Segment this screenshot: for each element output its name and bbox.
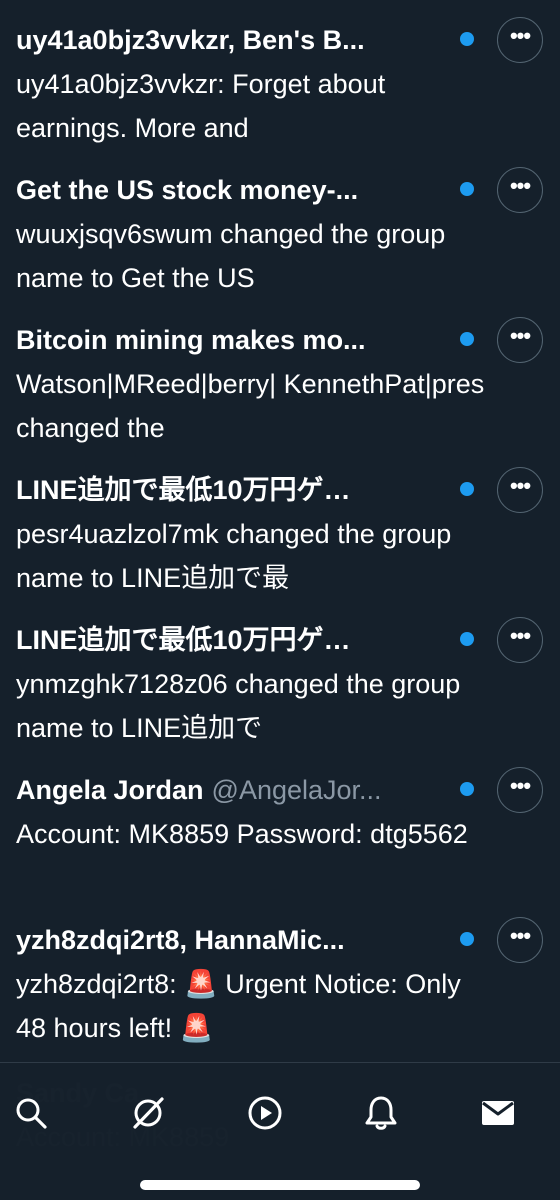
conversation-title: Get the US stock money-... (16, 175, 359, 205)
conversation-item[interactable]: LINE追加で最低10万円ゲ… ••• pesr4uazlzol7mk chan… (0, 450, 560, 600)
more-options-button[interactable]: ••• (497, 917, 543, 963)
more-options-button[interactable]: ••• (497, 467, 543, 513)
more-icon: ••• (509, 923, 531, 948)
conversation-item[interactable]: LINE追加で最低10万円ゲ… ••• ynmzghk7128z06 chang… (0, 600, 560, 750)
conversation-item[interactable]: Angela Jordan @AngelaJor... ••• Account:… (0, 750, 560, 900)
unread-indicator (460, 182, 474, 196)
more-options-button[interactable]: ••• (497, 167, 543, 213)
search-icon[interactable] (9, 1091, 53, 1135)
more-icon: ••• (509, 323, 531, 348)
more-icon: ••• (509, 23, 531, 48)
play-icon[interactable] (243, 1091, 287, 1135)
conversation-header: Angela Jordan @AngelaJor... (16, 772, 486, 808)
conversation-preview: uy41a0bjz3vvkzr: Forget about earnings. … (16, 69, 386, 143)
more-options-button[interactable]: ••• (497, 317, 543, 363)
messages-screen: uy41a0bjz3vvkzr, Ben's B... ••• uy41a0bj… (0, 0, 560, 1200)
conversation-item[interactable]: uy41a0bjz3vvkzr, Ben's B... ••• uy41a0bj… (0, 0, 560, 150)
conversation-item[interactable]: Bitcoin mining makes mo... ••• Watson|MR… (0, 300, 560, 450)
conversation-preview: pesr4uazlzol7mk changed the group name t… (16, 519, 452, 593)
unread-indicator (460, 32, 474, 46)
conversation-title: yzh8zdqi2rt8, HannaMic... (16, 925, 345, 955)
conversation-title: Bitcoin mining makes mo... (16, 325, 366, 355)
conversation-preview: Watson|MReed|berry| KennethPat|pres chan… (16, 369, 485, 443)
conversation-header: LINE追加で最低10万円ゲ… (16, 472, 486, 508)
unread-indicator (460, 632, 474, 646)
more-options-button[interactable]: ••• (497, 767, 543, 813)
conversation-preview: yzh8zdqi2rt8: 🚨 Urgent Notice: Only 48 h… (16, 969, 461, 1043)
more-icon: ••• (509, 173, 531, 198)
conversation-header: yzh8zdqi2rt8, HannaMic... (16, 922, 486, 958)
conversation-preview: ynmzghk7128z06 changed the group name to… (16, 669, 461, 743)
conversation-title: LINE追加で最低10万円ゲ… (16, 625, 351, 655)
unread-indicator (460, 332, 474, 346)
more-icon: ••• (509, 473, 531, 498)
more-icon: ••• (509, 773, 531, 798)
conversation-item[interactable]: Get the US stock money-... ••• wuuxjsqv6… (0, 150, 560, 300)
mail-icon[interactable] (476, 1091, 520, 1135)
conversation-item[interactable]: yzh8zdqi2rt8, HannaMic... ••• yzh8zdqi2r… (0, 900, 560, 1050)
grok-icon[interactable] (126, 1091, 170, 1135)
conversation-header: Bitcoin mining makes mo... (16, 322, 486, 358)
conversation-preview: Account: MK8859 Password: dtg5562 (16, 819, 468, 849)
conversation-preview: wuuxjsqv6swum changed the group name to … (16, 219, 446, 293)
conversation-title: LINE追加で最低10万円ゲ… (16, 475, 351, 505)
conversation-header: LINE追加で最低10万円ゲ… (16, 622, 486, 658)
more-options-button[interactable]: ••• (497, 17, 543, 63)
conversation-header: uy41a0bjz3vvkzr, Ben's B... (16, 22, 486, 58)
home-indicator[interactable] (140, 1180, 420, 1190)
conversation-header: Get the US stock money-... (16, 172, 486, 208)
conversation-title: uy41a0bjz3vvkzr, Ben's B... (16, 25, 365, 55)
conversation-handle: @AngelaJor... (211, 775, 382, 805)
more-options-button[interactable]: ••• (497, 617, 543, 663)
unread-indicator (460, 782, 474, 796)
more-icon: ••• (509, 623, 531, 648)
bell-icon[interactable] (359, 1091, 403, 1135)
unread-indicator (460, 932, 474, 946)
conversation-title: Angela Jordan (16, 775, 204, 805)
unread-indicator (460, 482, 474, 496)
